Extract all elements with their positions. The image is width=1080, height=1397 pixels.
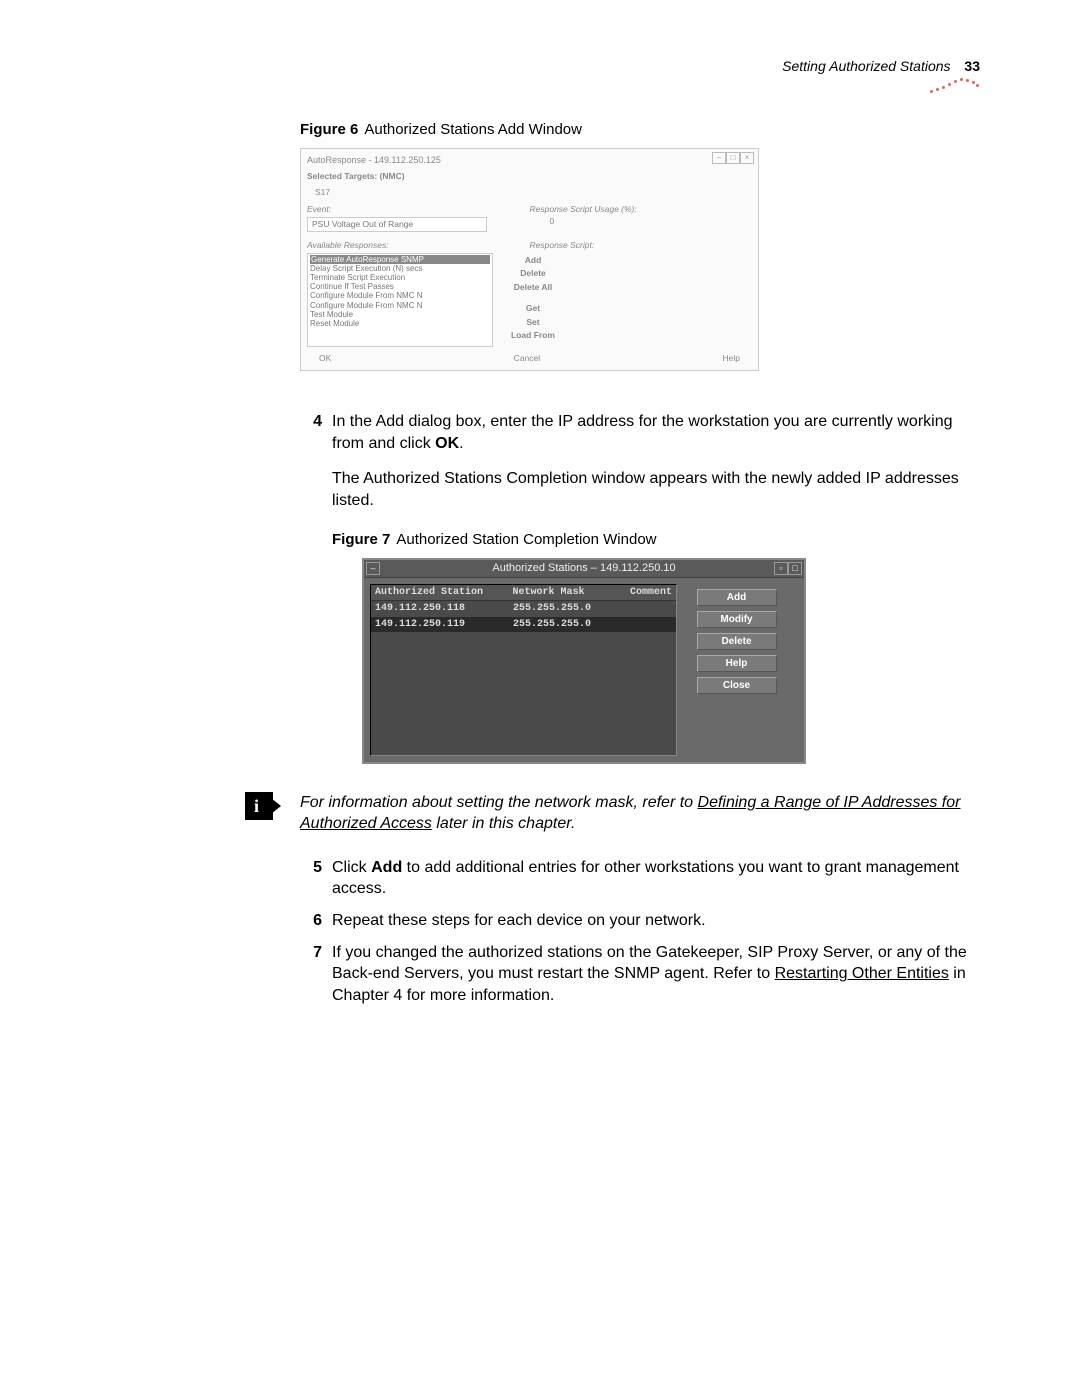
link-restarting-entities[interactable]: Restarting Other Entities <box>775 965 949 982</box>
col-comment: Comment <box>626 585 676 601</box>
help-button[interactable]: Help <box>723 353 740 364</box>
avail-responses-label: Available Responses: <box>307 240 530 251</box>
response-script-label: Response Script: <box>530 240 753 251</box>
col-mask: Network Mask <box>508 585 626 601</box>
cancel-button[interactable]: Cancel <box>514 353 540 364</box>
list-item[interactable]: Continue If Test Passes <box>310 282 490 291</box>
stations-table[interactable]: Authorized Station Network Mask Comment … <box>370 584 677 756</box>
figure6-caption: Figure 6Authorized Stations Add Window <box>300 120 980 140</box>
table-row[interactable]: 149.112.250.119 255.255.255.0 <box>371 617 676 633</box>
max2-icon[interactable]: □ <box>788 562 802 575</box>
page-header: Setting Authorized Stations 33 <box>782 58 980 74</box>
step7-text: If you changed the authorized stations o… <box>332 942 980 1007</box>
info-note-text: For information about setting the networ… <box>300 792 980 835</box>
usage-value: 0 <box>530 216 753 227</box>
figure7-titlebar: – Authorized Stations – 149.112.250.10 ▫… <box>364 560 804 578</box>
min2-icon[interactable]: ▫ <box>774 562 788 575</box>
add-button[interactable]: Add <box>493 255 573 266</box>
delete-all-button[interactable]: Delete All <box>493 282 573 293</box>
step-number: 6 <box>300 910 332 932</box>
maximize-icon[interactable]: □ <box>726 152 740 164</box>
step-number: 5 <box>300 857 332 900</box>
decorative-dots <box>930 78 980 92</box>
list-item[interactable]: Configure Module From NMC N <box>310 301 490 310</box>
sysmenu-icon[interactable]: – <box>366 562 380 575</box>
transfer-buttons: Add Delete Delete All Get Set Load From <box>493 253 573 347</box>
event-dropdown[interactable]: PSU Voltage Out of Range <box>307 217 487 232</box>
list-item[interactable]: Terminate Script Execution <box>310 273 490 282</box>
target-id: S17 <box>315 187 752 198</box>
list-item[interactable]: Configure Module From NMC N <box>310 291 490 300</box>
set-button[interactable]: Set <box>493 317 573 328</box>
step-number: 7 <box>300 942 332 1007</box>
info-icon: i <box>245 792 273 820</box>
list-item[interactable]: Test Module <box>310 310 490 319</box>
get-button[interactable]: Get <box>493 303 573 314</box>
figure7-caption: Figure 7Authorized Station Completion Wi… <box>332 530 980 550</box>
table-row[interactable]: 149.112.250.118 255.255.255.0 <box>371 601 676 617</box>
minimize-icon[interactable]: – <box>712 152 726 164</box>
step6-text: Repeat these steps for each device on yo… <box>332 910 980 932</box>
list-item[interactable]: Generate AutoResponse SNMP <box>310 255 490 264</box>
event-label: Event: <box>307 204 530 215</box>
close-icon[interactable]: × <box>740 152 754 164</box>
ok-button[interactable]: OK <box>319 353 331 364</box>
add-button[interactable]: Add <box>697 589 777 606</box>
step-number: 4 <box>300 411 332 763</box>
help-button[interactable]: Help <box>697 655 777 672</box>
list-item[interactable]: Delay Script Execution (N) secs <box>310 264 490 273</box>
selected-targets-label: Selected Targets: (NMC) <box>307 171 752 182</box>
figure7-window: – Authorized Stations – 149.112.250.10 ▫… <box>362 558 806 764</box>
close-button[interactable]: Close <box>697 677 777 694</box>
col-station: Authorized Station <box>371 585 508 601</box>
available-responses-list[interactable]: Generate AutoResponse SNMP Delay Script … <box>307 253 493 347</box>
list-item[interactable]: Reset Module <box>310 319 490 328</box>
figure6-titlebar: AutoResponse - 149.112.250.125 <box>307 152 752 168</box>
delete-button[interactable]: Delete <box>493 268 573 279</box>
usage-label: Response Script Usage (%): <box>530 204 753 215</box>
page-number: 33 <box>964 58 980 74</box>
modify-button[interactable]: Modify <box>697 611 777 628</box>
step5-text: Click Add to add additional entries for … <box>332 857 980 900</box>
delete-button[interactable]: Delete <box>697 633 777 650</box>
step4-text: In the Add dialog box, enter the IP addr… <box>332 411 980 763</box>
loadfrom-button[interactable]: Load From <box>493 330 573 341</box>
window-buttons: – □ × <box>712 152 754 164</box>
figure6-window: AutoResponse - 149.112.250.125 – □ × Sel… <box>300 148 759 371</box>
section-name: Setting Authorized Stations <box>782 58 950 74</box>
